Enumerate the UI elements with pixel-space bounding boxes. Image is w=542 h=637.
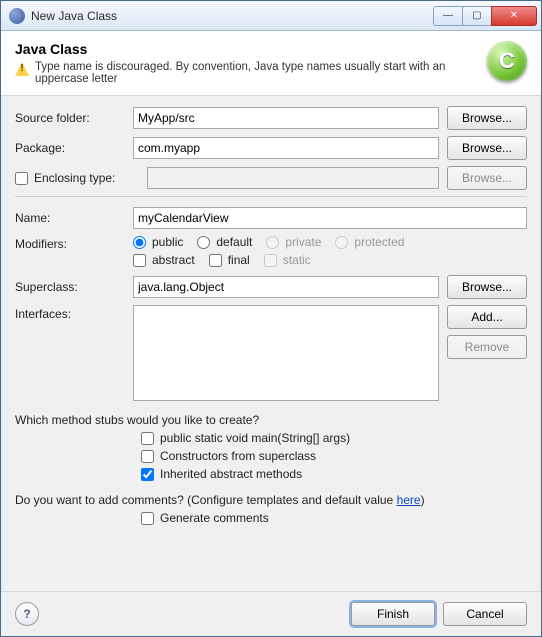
warning-icon: [15, 62, 29, 76]
row-modifiers: Modifiers: public default private protec…: [15, 235, 527, 267]
source-folder-input[interactable]: [133, 107, 439, 129]
row-enclosing: Enclosing type: Browse...: [15, 166, 527, 190]
browse-enclosing-button: Browse...: [447, 166, 527, 190]
check-inherited[interactable]: Inherited abstract methods: [141, 467, 527, 481]
dialog-content: Source folder: Browse... Package: Browse…: [1, 96, 541, 591]
radio-default[interactable]: default: [197, 235, 252, 249]
row-name: Name:: [15, 207, 527, 229]
row-interfaces: Interfaces: Add... Remove: [15, 305, 527, 401]
eclipse-icon: [9, 8, 25, 24]
check-abstract[interactable]: abstract: [133, 253, 195, 267]
modifier-checkboxes: abstract final static: [133, 253, 527, 267]
radio-private: private: [266, 235, 321, 249]
comments-options: Generate comments: [141, 511, 527, 525]
label-interfaces: Interfaces:: [15, 307, 125, 321]
interfaces-list[interactable]: [133, 305, 439, 401]
browse-superclass-button[interactable]: Browse...: [447, 275, 527, 299]
browse-package-button[interactable]: Browse...: [447, 136, 527, 160]
row-superclass: Superclass: Browse...: [15, 275, 527, 299]
remove-interface-button: Remove: [447, 335, 527, 359]
modifiers-group: public default private protected abstrac…: [133, 235, 527, 267]
window-buttons: — ▢ ✕: [434, 6, 537, 26]
stubs-question: Which method stubs would you like to cre…: [15, 413, 527, 427]
dialog-footer: ? Finish Cancel: [1, 591, 541, 636]
minimize-button[interactable]: —: [433, 6, 463, 26]
comments-question: Do you want to add comments? (Configure …: [15, 493, 527, 507]
java-class-icon: C: [487, 41, 527, 81]
check-generate-comments[interactable]: Generate comments: [141, 511, 527, 525]
enclosing-type-checkbox[interactable]: Enclosing type:: [15, 171, 125, 185]
maximize-button[interactable]: ▢: [462, 6, 492, 26]
finish-button[interactable]: Finish: [351, 602, 435, 626]
page-title: Java Class: [15, 41, 475, 57]
dialog-window: New Java Class — ▢ ✕ Java Class Type nam…: [0, 0, 542, 637]
enclosing-type-check[interactable]: [15, 172, 28, 185]
cancel-button[interactable]: Cancel: [443, 602, 527, 626]
close-button[interactable]: ✕: [491, 6, 537, 26]
check-main[interactable]: public static void main(String[] args): [141, 431, 527, 445]
help-button[interactable]: ?: [15, 602, 39, 626]
window-title: New Java Class: [31, 9, 434, 23]
visibility-radios: public default private protected: [133, 235, 527, 249]
check-final[interactable]: final: [209, 253, 250, 267]
row-source-folder: Source folder: Browse...: [15, 106, 527, 130]
name-input[interactable]: [133, 207, 527, 229]
label-name: Name:: [15, 211, 125, 225]
label-source-folder: Source folder:: [15, 111, 125, 125]
radio-protected: protected: [335, 235, 404, 249]
dialog-header: Java Class Type name is discouraged. By …: [1, 31, 541, 96]
warning-row: Type name is discouraged. By convention,…: [15, 61, 475, 85]
radio-public[interactable]: public: [133, 235, 183, 249]
package-input[interactable]: [133, 137, 439, 159]
warning-text: Type name is discouraged. By convention,…: [35, 61, 475, 85]
stubs-options: public static void main(String[] args) C…: [141, 431, 527, 481]
row-package: Package: Browse...: [15, 136, 527, 160]
add-interface-button[interactable]: Add...: [447, 305, 527, 329]
label-package: Package:: [15, 141, 125, 155]
header-text: Java Class Type name is discouraged. By …: [15, 41, 475, 85]
label-superclass: Superclass:: [15, 280, 125, 294]
check-constructors[interactable]: Constructors from superclass: [141, 449, 527, 463]
check-static: static: [264, 253, 311, 267]
titlebar: New Java Class — ▢ ✕: [1, 1, 541, 31]
label-modifiers: Modifiers:: [15, 237, 125, 251]
configure-templates-link[interactable]: here: [397, 493, 421, 507]
superclass-input[interactable]: [133, 276, 439, 298]
enclosing-type-input: [147, 167, 439, 189]
separator-1: [15, 196, 527, 197]
label-enclosing: Enclosing type:: [34, 171, 115, 185]
browse-source-button[interactable]: Browse...: [447, 106, 527, 130]
interfaces-side-buttons: Add... Remove: [447, 305, 527, 359]
